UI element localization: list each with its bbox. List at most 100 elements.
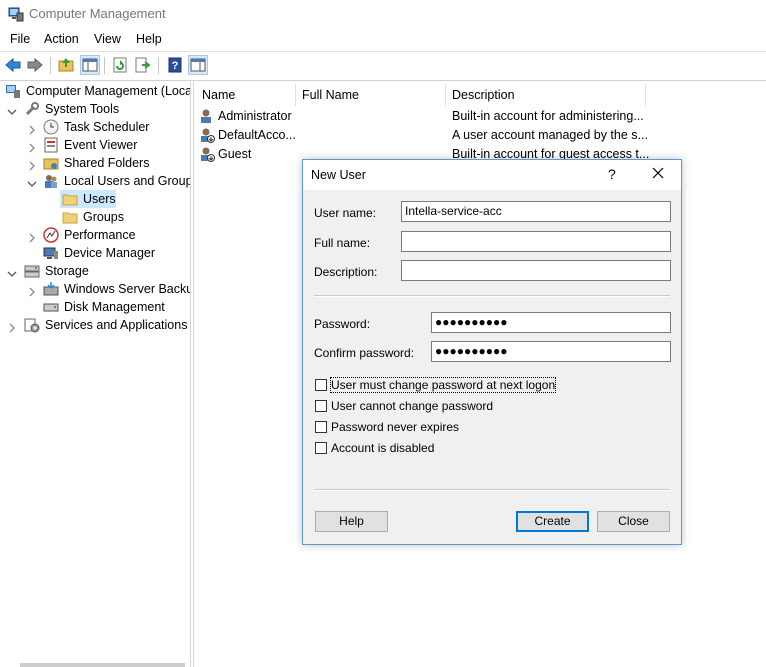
chevron-down-icon[interactable]	[7, 104, 17, 115]
dialog-help-button[interactable]: ?	[608, 166, 616, 182]
tools-icon	[24, 101, 40, 117]
svg-text:?: ?	[172, 60, 179, 72]
chevron-right-icon[interactable]	[27, 284, 37, 297]
dialog-title: New User	[311, 168, 366, 182]
performance-icon	[43, 227, 59, 243]
console-tree: Computer Management (Local System Tools …	[0, 80, 191, 667]
new-user-dialog: New User ? User name: Intella-service-ac…	[302, 159, 682, 545]
description-field[interactable]	[401, 260, 671, 281]
menu-help[interactable]: Help	[136, 32, 162, 46]
tree-item-label: Task Scheduler	[64, 120, 150, 134]
column-separator[interactable]	[445, 84, 446, 106]
column-separator[interactable]	[645, 84, 646, 106]
tree-item-system-tools[interactable]: System Tools	[0, 100, 190, 118]
chevron-right-icon[interactable]	[27, 158, 37, 171]
column-header-description[interactable]: Description	[452, 85, 515, 105]
password-never-expires-checkbox[interactable]	[315, 421, 327, 433]
show-hide-action-pane-icon[interactable]	[188, 55, 208, 75]
dialog-title-bar: New User ?	[303, 160, 681, 190]
cannot-change-password-label[interactable]: User cannot change password	[331, 399, 493, 413]
disabled-user-icon	[199, 146, 215, 162]
full-name-field[interactable]	[401, 231, 671, 252]
list-item[interactable]: DefaultAcco... A user account managed by…	[194, 126, 766, 145]
chevron-down-icon[interactable]	[7, 266, 17, 277]
device-manager-icon	[43, 245, 59, 261]
description-label: Description:	[314, 265, 378, 279]
tree-item-shared-folders[interactable]: Shared Folders	[0, 154, 190, 172]
forward-arrow-icon[interactable]	[26, 56, 44, 74]
password-label: Password:	[314, 317, 371, 331]
must-change-password-label[interactable]: User must change password at next logon	[329, 377, 557, 393]
folder-icon	[62, 209, 78, 225]
toolbar-separator	[158, 57, 159, 74]
column-separator[interactable]	[295, 84, 296, 106]
tree-item-services-and-applications[interactable]: Services and Applications	[0, 316, 190, 334]
user-icon	[199, 108, 215, 124]
list-item[interactable]: Administrator Built-in account for admin…	[194, 107, 766, 126]
cannot-change-password-checkbox[interactable]	[315, 400, 327, 412]
tree-item-disk-management[interactable]: Disk Management	[0, 298, 190, 316]
shared-folder-icon	[43, 155, 59, 171]
confirm-password-field[interactable]: ●●●●●●●●●●	[431, 341, 671, 362]
tree-item-storage[interactable]: Storage	[0, 262, 190, 280]
must-change-password-checkbox[interactable]	[315, 379, 327, 391]
horizontal-scrollbar[interactable]	[20, 663, 185, 667]
list-item-name: DefaultAcco...	[218, 128, 296, 142]
back-arrow-icon[interactable]	[4, 56, 22, 74]
menu-file[interactable]: File	[10, 32, 30, 46]
tree-item-performance[interactable]: Performance	[0, 226, 190, 244]
tree-item-computer-management[interactable]: Computer Management (Local	[0, 82, 190, 100]
refresh-icon[interactable]	[111, 56, 129, 74]
create-button[interactable]: Create	[516, 511, 589, 532]
menu-action[interactable]: Action	[44, 32, 79, 46]
column-header-full-name[interactable]: Full Name	[302, 85, 359, 105]
up-folder-icon[interactable]	[57, 56, 75, 74]
tree-item-label: Computer Management (Local	[26, 84, 191, 98]
password-never-expires-label[interactable]: Password never expires	[331, 420, 459, 434]
tree-item-label: Disk Management	[64, 300, 165, 314]
account-disabled-checkbox[interactable]	[315, 442, 327, 454]
folder-icon	[62, 191, 78, 207]
tree-item-task-scheduler[interactable]: Task Scheduler	[0, 118, 190, 136]
tree-item-label: Performance	[64, 228, 136, 242]
event-log-icon	[43, 137, 59, 153]
chevron-right-icon[interactable]	[27, 122, 37, 135]
close-icon[interactable]	[651, 166, 665, 180]
show-hide-tree-icon[interactable]	[80, 55, 100, 75]
tree-item-event-viewer[interactable]: Event Viewer	[0, 136, 190, 154]
chevron-down-icon[interactable]	[27, 176, 37, 187]
chevron-right-icon[interactable]	[27, 140, 37, 153]
services-icon	[24, 317, 40, 333]
full-name-label: Full name:	[314, 236, 371, 250]
tree-item-label: Event Viewer	[64, 138, 138, 152]
tree-item-device-manager[interactable]: Device Manager	[0, 244, 190, 262]
list-item-description: Built-in account for administering...	[452, 109, 644, 123]
clock-icon	[43, 119, 59, 135]
column-header-name[interactable]: Name	[202, 85, 235, 105]
help-icon[interactable]: ?	[166, 56, 184, 74]
toolbar: ?	[0, 51, 766, 81]
window-title: Computer Management	[29, 6, 166, 21]
account-disabled-label[interactable]: Account is disabled	[331, 441, 434, 455]
chevron-right-icon[interactable]	[7, 320, 17, 333]
chevron-right-icon[interactable]	[27, 230, 37, 243]
password-field[interactable]: ●●●●●●●●●●	[431, 312, 671, 333]
tree-item-local-users-and-groups[interactable]: Local Users and Groups	[0, 172, 190, 190]
computer-management-icon	[5, 83, 21, 99]
help-button[interactable]: Help	[315, 511, 388, 532]
user-name-label: User name:	[314, 206, 377, 220]
menu-view[interactable]: View	[94, 32, 121, 46]
tree-item-label: Local Users and Groups	[64, 174, 191, 188]
user-name-field[interactable]: Intella-service-acc	[401, 201, 671, 222]
tree-item-users[interactable]: Users	[0, 190, 190, 208]
tree-item-groups[interactable]: Groups	[0, 208, 190, 226]
backup-icon	[43, 281, 59, 297]
close-button[interactable]: Close	[597, 511, 670, 532]
disk-icon	[43, 299, 59, 315]
tree-item-label: System Tools	[45, 102, 120, 116]
menu-bar: File Action View Help	[0, 29, 766, 51]
toolbar-separator	[104, 57, 105, 74]
tree-item-windows-server-backup[interactable]: Windows Server Backup	[0, 280, 190, 298]
toolbar-separator	[50, 57, 51, 74]
export-list-icon[interactable]	[134, 56, 152, 74]
